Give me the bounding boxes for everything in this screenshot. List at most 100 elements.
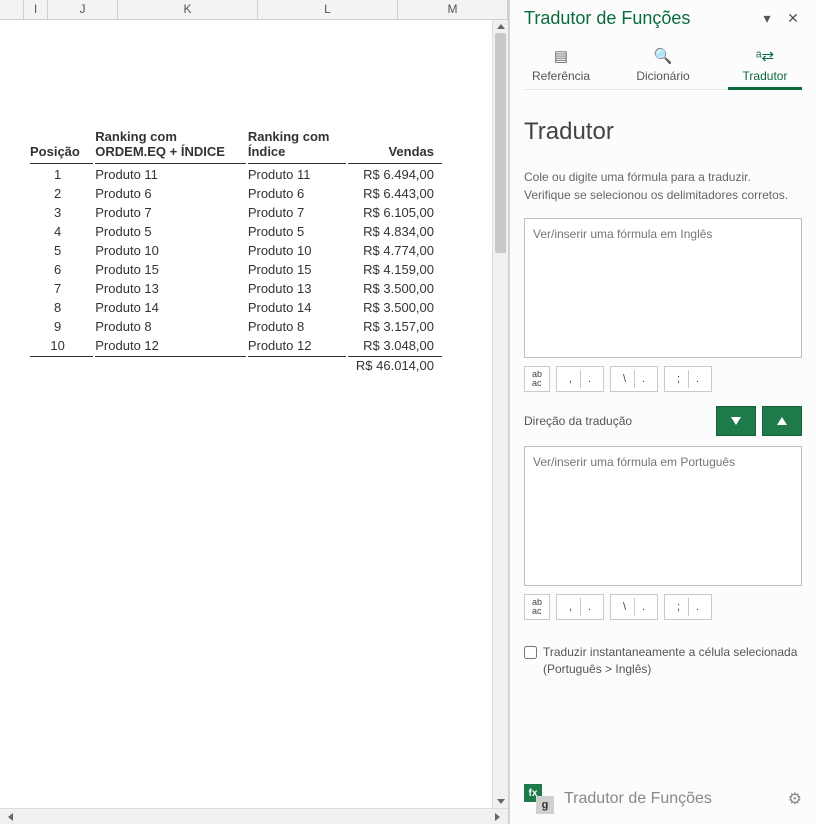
rank1-cell: Produto 6 [95, 185, 246, 202]
pos-cell: 8 [30, 299, 93, 316]
scroll-thumb[interactable] [495, 33, 506, 253]
column-header-M[interactable]: M [398, 0, 508, 19]
backslash-dot-toggle[interactable]: \. [610, 594, 658, 620]
translate-up-button[interactable] [762, 406, 802, 436]
rank1-cell: Produto 15 [95, 261, 246, 278]
select-all-corner[interactable] [0, 0, 24, 19]
pos-cell: 2 [30, 185, 93, 202]
book-icon: ▤ [524, 47, 598, 65]
footer-label: Tradutor de Funções [564, 790, 788, 808]
instant-translate-row[interactable]: Traduzir instantaneamente a célula selec… [524, 644, 802, 678]
table-row[interactable]: 7Produto 13Produto 13R$ 3.500,00 [30, 280, 442, 297]
table-row[interactable]: 4Produto 5Produto 5R$ 4.834,00 [30, 223, 442, 240]
table-header: Vendas [348, 127, 442, 164]
column-headers: IJKLM [0, 0, 508, 20]
value-cell: R$ 4.774,00 [348, 242, 442, 259]
total-cell: R$ 46.014,00 [348, 356, 442, 374]
delimiter-bar-top: ab ac ,. \. ;. [524, 366, 802, 392]
pos-cell: 6 [30, 261, 93, 278]
arrow-up-icon [777, 417, 787, 425]
table-row[interactable]: 5Produto 10Produto 10R$ 4.774,00 [30, 242, 442, 259]
delimiter-bar-bottom: ab ac ,. \. ;. [524, 594, 802, 620]
ab-ac-button[interactable]: ab ac [524, 594, 550, 620]
backslash-dot-toggle[interactable]: \. [610, 366, 658, 392]
pos-cell: 10 [30, 337, 93, 354]
column-header-J[interactable]: J [48, 0, 118, 19]
rank2-cell: Produto 13 [248, 280, 346, 297]
value-cell: R$ 6.494,00 [348, 166, 442, 183]
close-icon[interactable]: ✕ [784, 10, 802, 27]
horizontal-scrollbar[interactable] [0, 808, 508, 824]
vertical-scrollbar[interactable] [492, 20, 508, 808]
rank1-cell: Produto 13 [95, 280, 246, 297]
translate-down-button[interactable] [716, 406, 756, 436]
column-header-I[interactable]: I [24, 0, 48, 19]
tab-reference[interactable]: ▤Referência [524, 47, 598, 89]
table-row[interactable]: 1Produto 11Produto 11R$ 6.494,00 [30, 166, 442, 183]
value-cell: R$ 3.048,00 [348, 337, 442, 354]
rank2-cell: Produto 14 [248, 299, 346, 316]
pos-cell: 9 [30, 318, 93, 335]
translator-pane: Tradutor de Funções ▾ ✕ ▤Referência 🔍Dic… [509, 0, 816, 824]
tab-dictionary[interactable]: 🔍Dicionário [626, 47, 700, 89]
semicolon-dot-toggle[interactable]: ;. [664, 594, 712, 620]
rank1-cell: Produto 8 [95, 318, 246, 335]
rank2-cell: Produto 11 [248, 166, 346, 183]
formula-input-portuguese[interactable] [524, 446, 802, 586]
value-cell: R$ 4.834,00 [348, 223, 442, 240]
comma-dot-toggle[interactable]: ,. [556, 366, 604, 392]
rank1-cell: Produto 11 [95, 166, 246, 183]
value-cell: R$ 3.500,00 [348, 280, 442, 297]
scroll-up-arrow[interactable] [497, 24, 505, 29]
direction-row: Direção da tradução [524, 406, 802, 436]
comma-dot-toggle[interactable]: ,. [556, 594, 604, 620]
pane-menu-icon[interactable]: ▾ [758, 10, 776, 27]
instant-translate-label: Traduzir instantaneamente a célula selec… [543, 644, 802, 678]
column-header-K[interactable]: K [118, 0, 258, 19]
table-header: Ranking comÍndice [248, 127, 346, 164]
search-icon: 🔍 [626, 47, 700, 65]
table-row[interactable]: 2Produto 6Produto 6R$ 6.443,00 [30, 185, 442, 202]
section-title: Tradutor [524, 118, 802, 146]
rank2-cell: Produto 12 [248, 337, 346, 354]
pane-title: Tradutor de Funções [524, 8, 750, 29]
rank2-cell: Produto 5 [248, 223, 346, 240]
fx-logo-icon: fxg [524, 784, 554, 814]
table-row[interactable]: 10Produto 12Produto 12R$ 3.048,00 [30, 337, 442, 354]
rank1-cell: Produto 7 [95, 204, 246, 221]
value-cell: R$ 6.443,00 [348, 185, 442, 202]
semicolon-dot-toggle[interactable]: ;. [664, 366, 712, 392]
pos-cell: 3 [30, 204, 93, 221]
pos-cell: 1 [30, 166, 93, 183]
column-header-L[interactable]: L [258, 0, 398, 19]
translate-icon: ᵃ⇄ [728, 47, 802, 65]
direction-label: Direção da tradução [524, 414, 710, 428]
table-row[interactable]: 8Produto 14Produto 14R$ 3.500,00 [30, 299, 442, 316]
scroll-track[interactable] [493, 31, 508, 797]
pane-header: Tradutor de Funções ▾ ✕ [524, 8, 802, 29]
tab-bar: ▤Referência 🔍Dicionário ᵃ⇄ Tradutor [524, 47, 802, 90]
tab-label: Tradutor [743, 69, 788, 83]
pos-cell: 7 [30, 280, 93, 297]
gear-icon[interactable]: ⚙ [788, 789, 802, 809]
ab-ac-button[interactable]: ab ac [524, 366, 550, 392]
cell-grid[interactable]: PosiçãoRanking comORDEM.EQ + ÍNDICERanki… [0, 20, 492, 808]
data-table: PosiçãoRanking comORDEM.EQ + ÍNDICERanki… [28, 125, 444, 376]
value-cell: R$ 3.157,00 [348, 318, 442, 335]
pane-footer: fxg Tradutor de Funções ⚙ [524, 772, 802, 814]
table-row[interactable]: 6Produto 15Produto 15R$ 4.159,00 [30, 261, 442, 278]
formula-input-english[interactable] [524, 218, 802, 358]
table-row[interactable]: 9Produto 8Produto 8R$ 3.157,00 [30, 318, 442, 335]
rank2-cell: Produto 6 [248, 185, 346, 202]
table-row[interactable]: 3Produto 7Produto 7R$ 6.105,00 [30, 204, 442, 221]
scroll-right-arrow[interactable] [495, 813, 500, 821]
pos-cell: 5 [30, 242, 93, 259]
arrow-down-icon [731, 417, 741, 425]
value-cell: R$ 4.159,00 [348, 261, 442, 278]
scroll-down-arrow[interactable] [497, 799, 505, 804]
table-total-row: R$ 46.014,00 [30, 356, 442, 374]
table-header: Ranking comORDEM.EQ + ÍNDICE [95, 127, 246, 164]
tab-translator[interactable]: ᵃ⇄ Tradutor [728, 47, 802, 89]
instant-translate-checkbox[interactable] [524, 646, 537, 659]
scroll-left-arrow[interactable] [8, 813, 13, 821]
